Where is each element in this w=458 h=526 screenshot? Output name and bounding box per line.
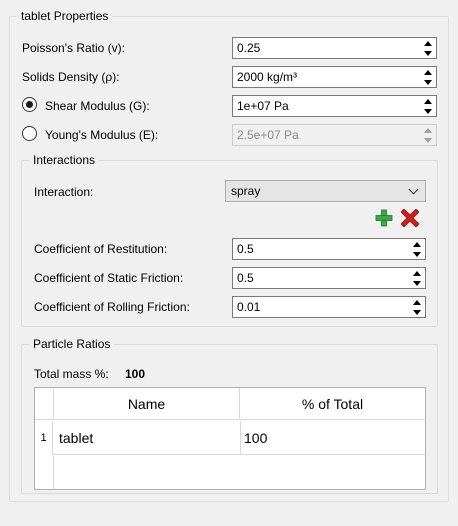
restitution-label: Coefficient of Restitution:: [34, 242, 168, 256]
row-number[interactable]: 1: [35, 421, 53, 455]
spin-down-arrow-icon[interactable]: [420, 106, 436, 116]
total-mass-label: Total mass %:: [34, 367, 109, 381]
solids-density-value[interactable]: 2000 kg/m³: [237, 70, 297, 84]
spin-up-arrow-icon[interactable]: [420, 67, 436, 77]
table-corner: [35, 388, 54, 420]
spin-down-arrow-icon[interactable]: [420, 48, 436, 58]
shear-modulus-spinbox[interactable]: 1e+07 Pa: [232, 95, 437, 117]
spin-up-arrow-icon[interactable]: [409, 268, 425, 278]
particle-ratios-title: Particle Ratios: [29, 337, 115, 351]
x-icon: [401, 209, 419, 227]
poisson-ratio-value[interactable]: 0.25: [237, 41, 260, 55]
spin-down-arrow-icon[interactable]: [409, 307, 425, 317]
interaction-selected-value[interactable]: spray: [231, 184, 260, 198]
cell-percent[interactable]: 100: [244, 421, 267, 455]
spin-down-arrow-icon[interactable]: [420, 77, 436, 87]
spin-up-arrow-icon: [420, 125, 436, 135]
chevron-down-icon[interactable]: [408, 184, 419, 195]
youngs-modulus-radio[interactable]: [22, 126, 37, 141]
spin-down-arrow-icon[interactable]: [409, 249, 425, 259]
rolling-friction-value[interactable]: 0.01: [237, 300, 260, 314]
remove-interaction-button[interactable]: [400, 208, 420, 228]
rolling-friction-label: Coefficient of Rolling Friction:: [34, 300, 190, 314]
column-divider: [240, 421, 241, 455]
row-header-filler: [35, 456, 54, 489]
shear-modulus-radio[interactable]: [22, 97, 37, 112]
interaction-dropdown[interactable]: spray: [225, 180, 426, 202]
restitution-value[interactable]: 0.5: [237, 242, 254, 256]
cell-name[interactable]: tablet: [59, 421, 93, 455]
poisson-ratio-label: Poisson's Ratio (v):: [22, 41, 125, 55]
spin-up-arrow-icon[interactable]: [409, 297, 425, 307]
total-mass-value: 100: [125, 367, 146, 381]
column-header-name[interactable]: Name: [54, 388, 240, 420]
youngs-modulus-spinbox: 2.5e+07 Pa: [232, 124, 437, 146]
spin-up-arrow-icon[interactable]: [420, 38, 436, 48]
spin-up-arrow-icon[interactable]: [420, 96, 436, 106]
poisson-ratio-spinbox[interactable]: 0.25: [232, 37, 437, 59]
particle-ratios-table[interactable]: Name % of Total 1 tablet 100: [34, 387, 426, 490]
rolling-friction-spinbox[interactable]: 0.01: [232, 296, 426, 318]
shear-modulus-label[interactable]: Shear Modulus (G):: [45, 98, 150, 114]
solids-density-label: Solids Density (ρ):: [22, 70, 120, 84]
youngs-modulus-value: 2.5e+07 Pa: [237, 128, 299, 142]
interaction-label: Interaction:: [34, 185, 94, 199]
static-friction-spinbox[interactable]: 0.5: [232, 267, 426, 289]
table-row[interactable]: 1 tablet 100: [35, 421, 425, 455]
spin-down-arrow-icon[interactable]: [409, 278, 425, 288]
spin-down-arrow-icon: [420, 135, 436, 145]
solids-density-spinbox[interactable]: 2000 kg/m³: [232, 66, 437, 88]
restitution-spinbox[interactable]: 0.5: [232, 238, 426, 260]
column-header-percent[interactable]: % of Total: [240, 388, 425, 420]
static-friction-value[interactable]: 0.5: [237, 271, 254, 285]
tablet-properties-title: tablet Properties: [17, 9, 113, 23]
shear-modulus-value[interactable]: 1e+07 Pa: [237, 99, 289, 113]
interactions-title: Interactions: [29, 153, 100, 167]
spin-up-arrow-icon[interactable]: [409, 239, 425, 249]
plus-icon: [375, 209, 393, 227]
youngs-modulus-label[interactable]: Young's Modulus (E):: [45, 127, 158, 143]
add-interaction-button[interactable]: [374, 208, 394, 228]
static-friction-label: Coefficient of Static Friction:: [34, 271, 184, 285]
